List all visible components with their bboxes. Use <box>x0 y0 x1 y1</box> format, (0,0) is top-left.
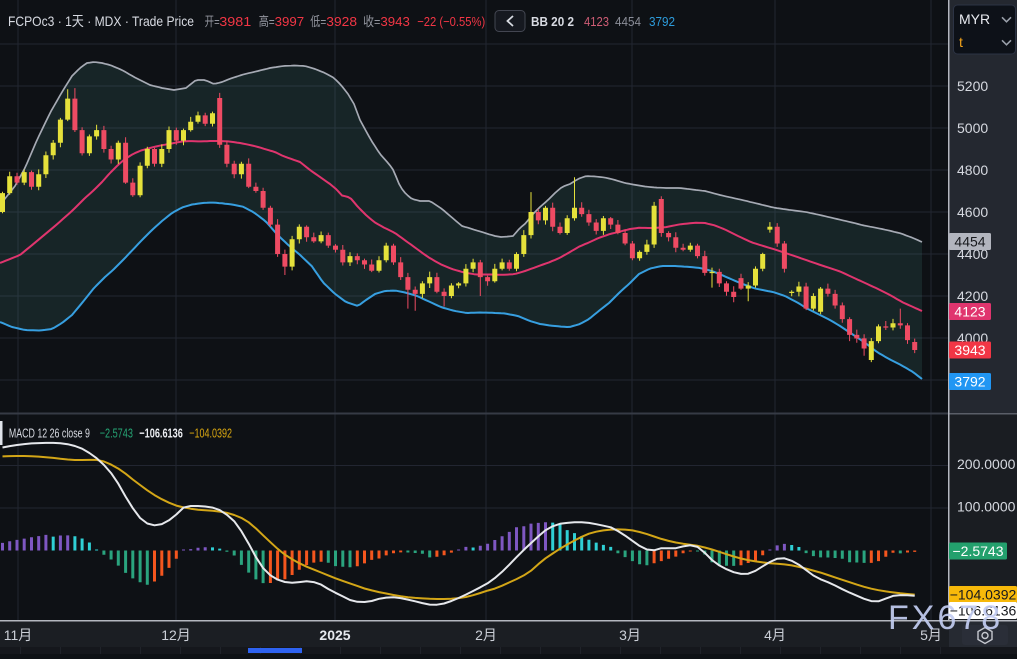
svg-text:4200: 4200 <box>957 288 988 304</box>
svg-text:3792: 3792 <box>649 14 675 29</box>
svg-text:3943: 3943 <box>380 14 410 29</box>
svg-text:3943: 3943 <box>954 342 985 358</box>
svg-text:4800: 4800 <box>957 162 988 178</box>
svg-text:收=: 收= <box>363 14 380 29</box>
svg-text:2025: 2025 <box>319 627 350 643</box>
svg-text:200.0000: 200.0000 <box>957 456 1016 472</box>
svg-text:−2.5743: −2.5743 <box>100 426 133 441</box>
svg-text:4454: 4454 <box>615 14 641 29</box>
svg-text:低=: 低= <box>310 14 326 29</box>
svg-text:5200: 5200 <box>957 78 988 94</box>
svg-text:−22 (−0.55%): −22 (−0.55%) <box>417 14 485 29</box>
svg-text:高=: 高= <box>259 14 275 29</box>
svg-text:−104.0392: −104.0392 <box>189 426 232 441</box>
svg-text:BB 20 2: BB 20 2 <box>531 14 574 29</box>
svg-text:MACD 12 26 close 9: MACD 12 26 close 9 <box>9 426 90 441</box>
svg-text:4600: 4600 <box>957 204 988 220</box>
svg-text:3月: 3月 <box>619 627 641 643</box>
svg-text:4454: 4454 <box>954 234 985 250</box>
svg-text:2月: 2月 <box>475 627 497 643</box>
svg-text:3792: 3792 <box>954 374 985 390</box>
svg-text:−2.5743: −2.5743 <box>953 543 1004 559</box>
svg-text:11月: 11月 <box>4 627 33 643</box>
svg-text:3981: 3981 <box>219 14 251 29</box>
svg-text:MYR: MYR <box>959 11 990 27</box>
svg-text:开=: 开= <box>205 14 220 29</box>
svg-text:FCPOc3 · 1天 · MDX · Trade Pric: FCPOc3 · 1天 · MDX · Trade Price <box>8 13 194 29</box>
svg-text:4123: 4123 <box>584 14 609 29</box>
svg-text:4月: 4月 <box>764 627 786 643</box>
svg-text:FX678: FX678 <box>888 599 1003 637</box>
svg-text:t: t <box>959 34 963 50</box>
svg-text:3997: 3997 <box>275 14 305 29</box>
svg-text:3928: 3928 <box>326 14 357 29</box>
svg-text:4123: 4123 <box>954 304 985 320</box>
svg-text:100.0000: 100.0000 <box>957 499 1016 515</box>
svg-text:5000: 5000 <box>957 120 988 136</box>
svg-text:−106.6136: −106.6136 <box>139 426 183 441</box>
svg-text:12月: 12月 <box>161 627 191 643</box>
